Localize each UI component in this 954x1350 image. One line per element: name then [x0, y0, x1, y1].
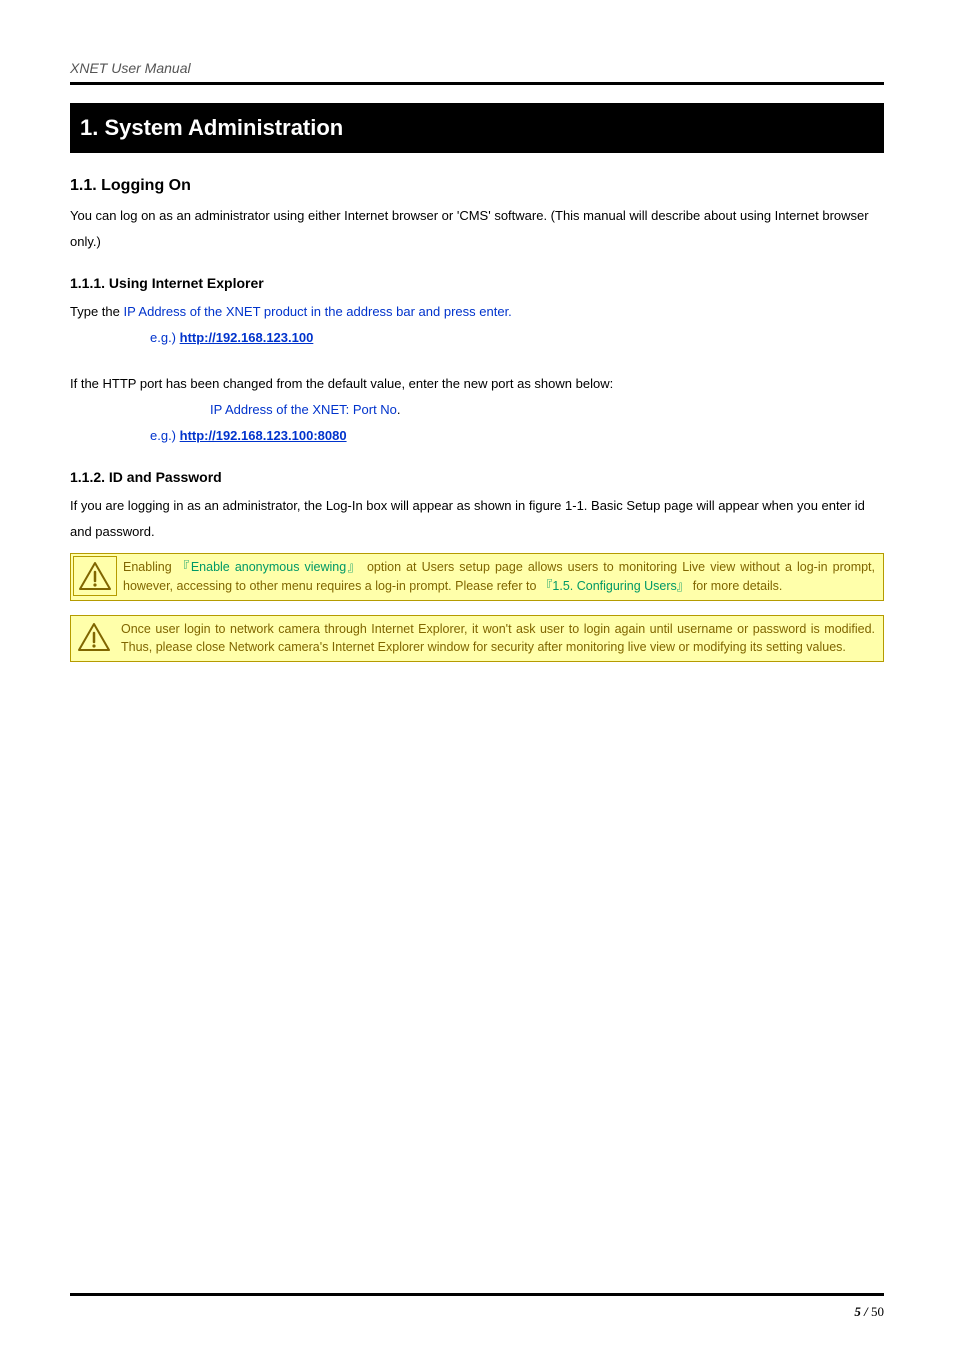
note-box-1: Enabling 『Enable anonymous viewing』 opti…: [70, 553, 884, 601]
example-2: e.g.) http://192.168.123.100:8080: [150, 423, 884, 449]
port-pattern: IP Address of the XNET: Port No.: [210, 397, 884, 423]
section-1-1-1-heading: 1.1.1. Using Internet Explorer: [70, 275, 884, 291]
example-1: e.g.) http://192.168.123.100: [150, 325, 884, 351]
note1-green2: 『1.5. Configuring Users』: [540, 579, 689, 593]
note-2-text: Once user login to network camera throug…: [117, 616, 883, 662]
content-spacer: [70, 662, 884, 1273]
page-number: 5 / 50: [70, 1304, 884, 1320]
section-1-1-heading: 1.1. Logging On: [70, 177, 884, 195]
warning-icon: [77, 622, 111, 652]
warning-icon-frame-2: [73, 618, 115, 656]
warning-icon: [78, 561, 112, 591]
footer-rule: [70, 1293, 884, 1296]
warning-icon-frame: [73, 556, 117, 596]
section-1-1-1-line1: Type the IP Address of the XNET product …: [70, 299, 884, 325]
section-1-1-2-heading: 1.1.2. ID and Password: [70, 469, 884, 485]
section-1-1-2-para: If you are logging in as an administrato…: [70, 493, 884, 545]
example-url-2[interactable]: http://192.168.123.100:8080: [180, 428, 347, 443]
chapter-title: 1. System Administration: [70, 103, 884, 153]
note-box-2: Once user login to network camera throug…: [70, 615, 884, 663]
port-pattern-text: IP Address of the XNET: Port No: [210, 402, 397, 417]
eg2-label: e.g.): [150, 428, 180, 443]
note1-green1: 『Enable anonymous viewing』: [177, 560, 362, 574]
note-1-text: Enabling 『Enable anonymous viewing』 opti…: [119, 554, 883, 600]
text-blue-instruction: IP Address of the XNET product in the ad…: [123, 304, 511, 319]
note1-tail: for more details.: [689, 579, 782, 593]
page-total: 50: [871, 1304, 884, 1319]
manual-title: XNET User Manual: [70, 60, 884, 76]
section-1-1-para: You can log on as an administrator using…: [70, 203, 884, 255]
port-change-line: If the HTTP port has been changed from t…: [70, 371, 884, 397]
period: .: [397, 402, 401, 417]
header-rule: [70, 82, 884, 85]
text-prefix: Type the: [70, 304, 123, 319]
note1-pre: Enabling: [123, 560, 177, 574]
eg-label: e.g.): [150, 330, 180, 345]
page-sep: /: [861, 1304, 871, 1319]
example-url-1[interactable]: http://192.168.123.100: [180, 330, 314, 345]
